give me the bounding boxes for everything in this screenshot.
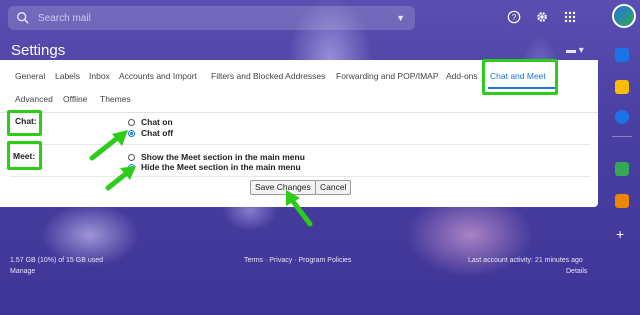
search-options-icon[interactable]: ▼: [396, 13, 405, 23]
tab-accounts-and-import[interactable]: Accounts and Import: [119, 71, 197, 81]
footer-links: Terms · Privacy · Program Policies: [244, 257, 352, 264]
privacy-link[interactable]: Privacy: [269, 257, 292, 264]
cancel-button[interactable]: Cancel: [315, 180, 352, 195]
chat-on-option[interactable]: Chat on: [128, 117, 173, 127]
keep-icon[interactable]: [615, 80, 629, 94]
terms-link[interactable]: Terms: [244, 257, 263, 264]
chat-app-icon[interactable]: [615, 162, 629, 176]
meet-show-label: Show the Meet section in the main menu: [141, 152, 305, 162]
gear-icon[interactable]: [534, 9, 550, 25]
meet-label-highlight: [7, 141, 42, 170]
chat-on-radio[interactable]: [128, 118, 135, 126]
tabs-divider: [0, 112, 598, 113]
program-policies-link[interactable]: Program Policies: [298, 257, 351, 264]
add-addon-icon[interactable]: +: [616, 226, 624, 242]
last-activity: Last account activity: 21 minutes ago: [468, 257, 583, 264]
storage-usage: 1.57 GB (10%) of 15 GB used: [10, 257, 103, 264]
chat-and-meet-highlight: [482, 59, 558, 95]
rail-divider: [612, 136, 632, 137]
meet-hide-label: Hide the Meet section in the main menu: [141, 162, 301, 172]
meet-hide-option[interactable]: Hide the Meet section in the main menu: [128, 162, 301, 172]
row-divider: [10, 176, 590, 177]
chat-off-option[interactable]: Chat off: [128, 128, 173, 138]
details-link[interactable]: Details: [566, 268, 587, 275]
chat-label-highlight: [7, 110, 42, 136]
tab-offline[interactable]: Offline: [63, 94, 87, 104]
apps-grid-icon[interactable]: [562, 9, 578, 25]
help-icon[interactable]: ?: [506, 9, 522, 25]
tab-themes[interactable]: Themes: [100, 94, 131, 104]
keyboard-icon[interactable]: ▬ ▾: [566, 45, 584, 56]
search-input[interactable]: Search mail: [38, 13, 396, 24]
tasks-icon[interactable]: [615, 110, 629, 124]
meet-show-option[interactable]: Show the Meet section in the main menu: [128, 152, 305, 162]
tab-labels[interactable]: Labels: [55, 71, 80, 81]
contacts-icon[interactable]: [615, 194, 629, 208]
tab-forwarding-and-pop-imap[interactable]: Forwarding and POP/IMAP: [336, 71, 439, 81]
svg-text:?: ?: [512, 13, 517, 22]
tab-inbox[interactable]: Inbox: [89, 71, 110, 81]
calendar-icon[interactable]: [615, 48, 629, 62]
arrow-to-hide-meet: [105, 166, 136, 191]
arrow-to-save-changes: [286, 190, 313, 227]
page-title: Settings: [11, 42, 66, 59]
account-avatar[interactable]: [612, 4, 636, 28]
arrow-to-chat-off: [89, 130, 128, 161]
search-icon: [17, 12, 29, 24]
tab-filters-and-blocked-addresses[interactable]: Filters and Blocked Addresses: [211, 71, 325, 81]
side-panel-rail: +: [604, 36, 640, 315]
tab-add-ons[interactable]: Add-ons: [446, 71, 478, 81]
chat-on-label: Chat on: [141, 117, 173, 127]
top-bar: Search mail ▼ ?: [0, 0, 610, 36]
top-icons: ?: [506, 9, 578, 25]
tab-advanced[interactable]: Advanced: [15, 94, 53, 104]
tab-general[interactable]: General: [15, 71, 45, 81]
manage-storage-link[interactable]: Manage: [10, 268, 35, 275]
chat-off-label: Chat off: [141, 128, 174, 138]
search-bar[interactable]: Search mail ▼: [8, 6, 415, 30]
